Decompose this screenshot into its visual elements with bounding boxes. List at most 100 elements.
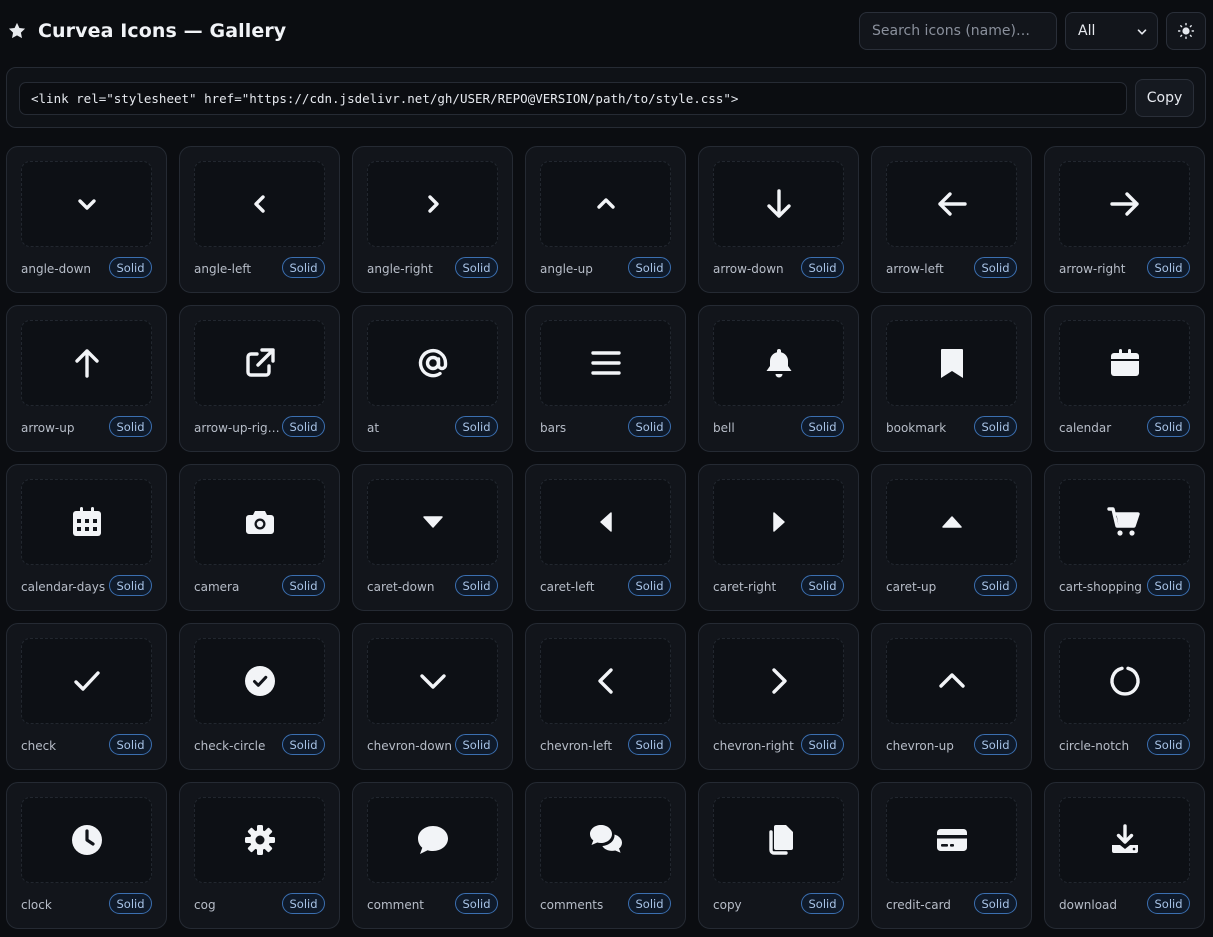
angle-up-icon (596, 198, 615, 209)
style-badge: Solid (282, 257, 325, 278)
style-badge: Solid (455, 734, 498, 755)
icon-preview (1059, 638, 1190, 724)
icon-preview (194, 479, 325, 565)
app-header: Curvea Icons — Gallery All (0, 0, 1213, 62)
icon-card[interactable]: comment Solid (352, 782, 513, 929)
icon-card[interactable]: at Solid (352, 305, 513, 452)
icon-card[interactable]: arrow-up-right-from-squareSolid (179, 305, 340, 452)
style-badge: Solid (974, 893, 1017, 914)
icon-card[interactable]: arrow-left Solid (871, 146, 1032, 293)
icon-card[interactable]: circle-notch Solid (1044, 623, 1205, 770)
icon-name-label: caret-up (886, 580, 937, 594)
icon-card[interactable]: angle-left Solid (179, 146, 340, 293)
icon-name-label: credit-card (886, 898, 951, 912)
icon-card[interactable]: comments Solid (525, 782, 686, 929)
calendar-days-icon (72, 507, 101, 536)
style-badge: Solid (801, 575, 844, 596)
icon-card[interactable]: check-circle Solid (179, 623, 340, 770)
icon-card[interactable]: arrow-up Solid (6, 305, 167, 452)
style-badge: Solid (628, 575, 671, 596)
icon-card[interactable]: calendar-days Solid (6, 464, 167, 611)
icon-name-label: download (1059, 898, 1118, 912)
icon-card[interactable]: clock Solid (6, 782, 167, 929)
style-filter-select[interactable]: All (1065, 12, 1158, 50)
icon-card[interactable]: angle-down Solid (6, 146, 167, 293)
icon-preview (21, 479, 152, 565)
icon-card[interactable]: bars Solid (525, 305, 686, 452)
arrow-down-icon (766, 189, 791, 218)
cdn-snippet-code[interactable]: <link rel="stylesheet" href="https://cdn… (19, 82, 1127, 115)
icon-card[interactable]: caret-down Solid (352, 464, 513, 611)
icon-name-label: check-circle (194, 739, 266, 753)
icon-preview (540, 479, 671, 565)
icon-preview (21, 320, 152, 406)
icon-card[interactable]: caret-left Solid (525, 464, 686, 611)
bookmark-icon (940, 349, 963, 378)
icon-card[interactable]: check Solid (6, 623, 167, 770)
icon-card[interactable]: arrow-right Solid (1044, 146, 1205, 293)
arrow-up-icon (74, 349, 99, 378)
icon-name-label: angle-up (540, 262, 593, 276)
icon-card[interactable]: arrow-down Solid (698, 146, 859, 293)
style-badge: Solid (109, 893, 152, 914)
icon-preview (367, 161, 498, 247)
icon-card[interactable]: cart-shopping Solid (1044, 464, 1205, 611)
brand: Curvea Icons — Gallery (7, 19, 286, 43)
icon-preview (886, 161, 1017, 247)
icon-card[interactable]: chevron-left Solid (525, 623, 686, 770)
icon-card[interactable]: caret-up Solid (871, 464, 1032, 611)
icon-name-label: cart-shopping (1059, 580, 1142, 594)
style-badge: Solid (1147, 257, 1190, 278)
search-input[interactable] (859, 12, 1057, 50)
icon-card[interactable]: download Solid (1044, 782, 1205, 929)
chevron-down-icon (419, 674, 446, 689)
icon-preview (21, 797, 152, 883)
icon-card[interactable]: cog Solid (179, 782, 340, 929)
icon-card[interactable]: chevron-down Solid (352, 623, 513, 770)
style-badge: Solid (1147, 734, 1190, 755)
icon-preview (21, 638, 152, 724)
icon-card[interactable]: caret-right Solid (698, 464, 859, 611)
icon-preview (540, 161, 671, 247)
style-badge: Solid (628, 893, 671, 914)
icon-preview (367, 479, 498, 565)
chevron-up-icon (938, 673, 965, 688)
icon-preview (1059, 161, 1190, 247)
icon-card[interactable]: chevron-up Solid (871, 623, 1032, 770)
style-badge: Solid (974, 416, 1017, 437)
icon-card[interactable]: credit-card Solid (871, 782, 1032, 929)
icon-card[interactable]: bookmark Solid (871, 305, 1032, 452)
icon-card[interactable]: bell Solid (698, 305, 859, 452)
icon-card[interactable]: calendar Solid (1044, 305, 1205, 452)
style-badge: Solid (455, 257, 498, 278)
icon-name-label: circle-notch (1059, 739, 1130, 753)
style-badge: Solid (974, 575, 1017, 596)
copy-button[interactable]: Copy (1135, 79, 1194, 117)
icon-card[interactable]: angle-right Solid (352, 146, 513, 293)
page-title: Curvea Icons — Gallery (38, 20, 287, 42)
icon-preview (1059, 797, 1190, 883)
chevron-right-icon (771, 668, 787, 694)
at-icon (418, 348, 447, 378)
icon-preview (886, 797, 1017, 883)
theme-toggle-button[interactable] (1166, 12, 1206, 50)
style-badge: Solid (801, 734, 844, 755)
icon-card[interactable]: copy Solid (698, 782, 859, 929)
icon-grid: angle-down Solid angle-left Solid angle-righ… (0, 0, 1213, 937)
circle-notch-icon (1109, 666, 1140, 696)
icon-card[interactable]: chevron-right Solid (698, 623, 859, 770)
icon-card[interactable]: angle-up Solid (525, 146, 686, 293)
icon-name-label: arrow-down (713, 262, 784, 276)
style-badge: Solid (1147, 893, 1190, 914)
style-badge: Solid (801, 257, 844, 278)
icon-preview (194, 638, 325, 724)
chevron-down-icon (1137, 29, 1147, 35)
style-badge: Solid (455, 416, 498, 437)
icon-card[interactable]: camera Solid (179, 464, 340, 611)
bell-icon (766, 349, 791, 378)
icon-preview (713, 479, 844, 565)
icon-name-label: angle-left (194, 262, 252, 276)
style-badge: Solid (282, 893, 325, 914)
icon-name-label: angle-right (367, 262, 433, 276)
caret-down-icon (422, 516, 443, 528)
